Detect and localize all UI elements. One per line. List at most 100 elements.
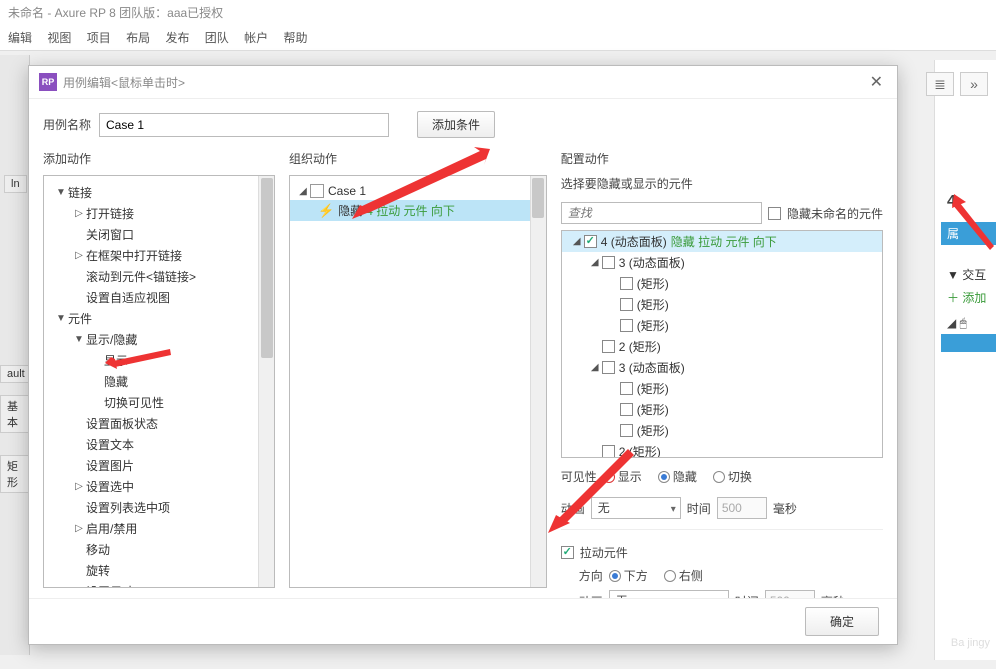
time-input[interactable] — [717, 497, 767, 519]
action-tree-item[interactable]: ▼显示/隐藏 — [44, 329, 274, 350]
action-detail: 4 拉动 元件 向下 — [366, 202, 455, 219]
menu-team[interactable]: 团队 — [205, 31, 229, 45]
anim2-select[interactable]: 无 — [609, 590, 729, 598]
case-name-row: 用例名称 添加条件 — [29, 99, 897, 146]
radio-icon — [609, 570, 621, 582]
action-tree-item[interactable]: 设置文本 — [44, 434, 274, 455]
widget-checkbox[interactable] — [620, 277, 633, 290]
time2-input[interactable] — [765, 590, 815, 598]
action-tree-item[interactable]: ▼链接 — [44, 182, 274, 203]
widget-tree-item[interactable]: (矩形) — [562, 399, 882, 420]
widget-tree-item[interactable]: ◢4 (动态面板)隐藏 拉动 元件 向下 — [562, 231, 882, 252]
action-tree-item[interactable]: 显示 — [44, 350, 274, 371]
menu-account[interactable]: 帐户 — [244, 31, 268, 45]
widget-checkbox[interactable] — [620, 403, 633, 416]
action-tree-item[interactable]: 设置自适应视图 — [44, 287, 274, 308]
action-tree-item[interactable]: 设置尺寸 — [44, 581, 274, 588]
bg-tab[interactable]: ln — [4, 175, 27, 193]
expand-icon[interactable]: ◢ — [298, 186, 308, 197]
time-unit: 毫秒 — [773, 500, 797, 517]
radio-toggle-label: 切换 — [728, 468, 752, 485]
action-tree-item[interactable]: 设置列表选中项 — [44, 497, 274, 518]
action-tree-item[interactable]: 移动 — [44, 539, 274, 560]
radio-show[interactable]: 显示 — [603, 468, 642, 485]
close-icon[interactable]: ✕ — [866, 72, 887, 92]
hide-unnamed-checkbox[interactable] — [768, 207, 781, 220]
widget-tree-item[interactable]: 2 (矩形) — [562, 441, 882, 458]
widget-checkbox[interactable] — [602, 340, 615, 353]
ok-button[interactable]: 确定 — [805, 607, 879, 636]
widget-tree-item[interactable]: 2 (矩形) — [562, 336, 882, 357]
dialog-title: 用例编辑<鼠标单击时> — [63, 74, 866, 91]
bg-prop-tab[interactable]: 属 — [941, 222, 996, 245]
bg-left-panel: ln ault 基本 矩形 — [0, 55, 30, 655]
widget-search-input[interactable] — [561, 202, 762, 224]
widget-checkbox[interactable] — [602, 256, 615, 269]
dialog-header: RP 用例编辑<鼠标单击时> ✕ — [29, 66, 897, 99]
action-tree-item[interactable]: ▷设置选中 — [44, 476, 274, 497]
action-tree-item[interactable]: 关闭窗口 — [44, 224, 274, 245]
organize-actions-title: 组织动作 — [289, 146, 547, 171]
menu-edit[interactable]: 编辑 — [8, 31, 32, 45]
toolbar-more-btn[interactable]: » — [960, 72, 988, 96]
widget-tree-item[interactable]: (矩形) — [562, 315, 882, 336]
radio-show-label: 显示 — [618, 468, 642, 485]
case-node-label: Case 1 — [328, 184, 366, 198]
action-tree-item[interactable]: 滚动到元件<锚链接> — [44, 266, 274, 287]
bg-add-case[interactable]: 添加 — [962, 291, 986, 305]
action-tree-item[interactable]: 旋转 — [44, 560, 274, 581]
widget-checkbox[interactable] — [620, 382, 633, 395]
menu-layout[interactable]: 布局 — [126, 31, 150, 45]
action-tree-item[interactable]: ▼元件 — [44, 308, 274, 329]
anim-select[interactable]: 无 — [591, 497, 681, 519]
action-tree-item[interactable]: 设置图片 — [44, 455, 274, 476]
radio-icon — [603, 471, 615, 483]
watermark: Ba jingy — [951, 637, 990, 649]
radio-hide[interactable]: 隐藏 — [658, 468, 697, 485]
organize-tree[interactable]: ◢ Case 1 ⚡ 隐藏 4 拉动 元件 向下 — [289, 175, 547, 588]
widget-tree-item[interactable]: ◢3 (动态面板) — [562, 357, 882, 378]
action-tree-item[interactable]: ▷在框架中打开链接 — [44, 245, 274, 266]
pull-widgets-label: 拉动元件 — [580, 544, 628, 561]
dialog-footer: 确定 — [29, 598, 897, 644]
action-tree-item[interactable]: 隐藏 — [44, 371, 274, 392]
action-tree-item[interactable]: 切换可见性 — [44, 392, 274, 413]
menu-publish[interactable]: 发布 — [165, 31, 189, 45]
case-name-input[interactable] — [99, 113, 389, 137]
scrollbar[interactable] — [530, 176, 546, 587]
bg-tab[interactable]: 基本 — [0, 395, 29, 433]
menu-project[interactable]: 项目 — [87, 31, 111, 45]
action-tree-item[interactable]: ▷打开链接 — [44, 203, 274, 224]
action-prefix: 隐藏 — [338, 202, 362, 219]
radio-toggle[interactable]: 切换 — [713, 468, 752, 485]
action-node[interactable]: ⚡ 隐藏 4 拉动 元件 向下 — [290, 200, 546, 221]
select-widgets-label: 选择要隐藏或显示的元件 — [561, 175, 883, 192]
bg-tab[interactable]: 矩形 — [0, 455, 29, 493]
widget-tree-item[interactable]: (矩形) — [562, 378, 882, 399]
menu-view[interactable]: 视图 — [47, 31, 71, 45]
widget-checkbox[interactable] — [620, 319, 633, 332]
bg-tab[interactable]: ault — [0, 365, 32, 383]
widget-checkbox[interactable] — [584, 235, 597, 248]
add-condition-button[interactable]: 添加条件 — [417, 111, 495, 138]
visibility-label: 可见性 — [561, 468, 597, 485]
case-node[interactable]: ◢ Case 1 — [290, 182, 546, 200]
widget-tree-item[interactable]: (矩形) — [562, 294, 882, 315]
action-tree-item[interactable]: 设置面板状态 — [44, 413, 274, 434]
pull-widgets-checkbox[interactable] — [561, 546, 574, 559]
widget-checkbox[interactable] — [620, 298, 633, 311]
widget-tree-item[interactable]: (矩形) — [562, 420, 882, 441]
widget-tree[interactable]: ◢4 (动态面板)隐藏 拉动 元件 向下◢3 (动态面板)(矩形)(矩形)(矩形… — [561, 230, 883, 458]
action-tree-item[interactable]: ▷启用/禁用 — [44, 518, 274, 539]
widget-checkbox[interactable] — [602, 361, 615, 374]
radio-below[interactable]: 下方 — [609, 567, 648, 584]
radio-right[interactable]: 右侧 — [664, 567, 703, 584]
widget-tree-item[interactable]: ◢3 (动态面板) — [562, 252, 882, 273]
toolbar-btn[interactable]: ≣ — [926, 72, 954, 96]
widget-checkbox[interactable] — [620, 424, 633, 437]
scrollbar[interactable] — [258, 176, 274, 587]
widget-tree-item[interactable]: (矩形) — [562, 273, 882, 294]
widget-checkbox[interactable] — [602, 445, 615, 458]
actions-tree[interactable]: ▼链接▷打开链接关闭窗口▷在框架中打开链接滚动到元件<锚链接>设置自适应视图▼元… — [43, 175, 275, 588]
menu-help[interactable]: 帮助 — [284, 31, 308, 45]
